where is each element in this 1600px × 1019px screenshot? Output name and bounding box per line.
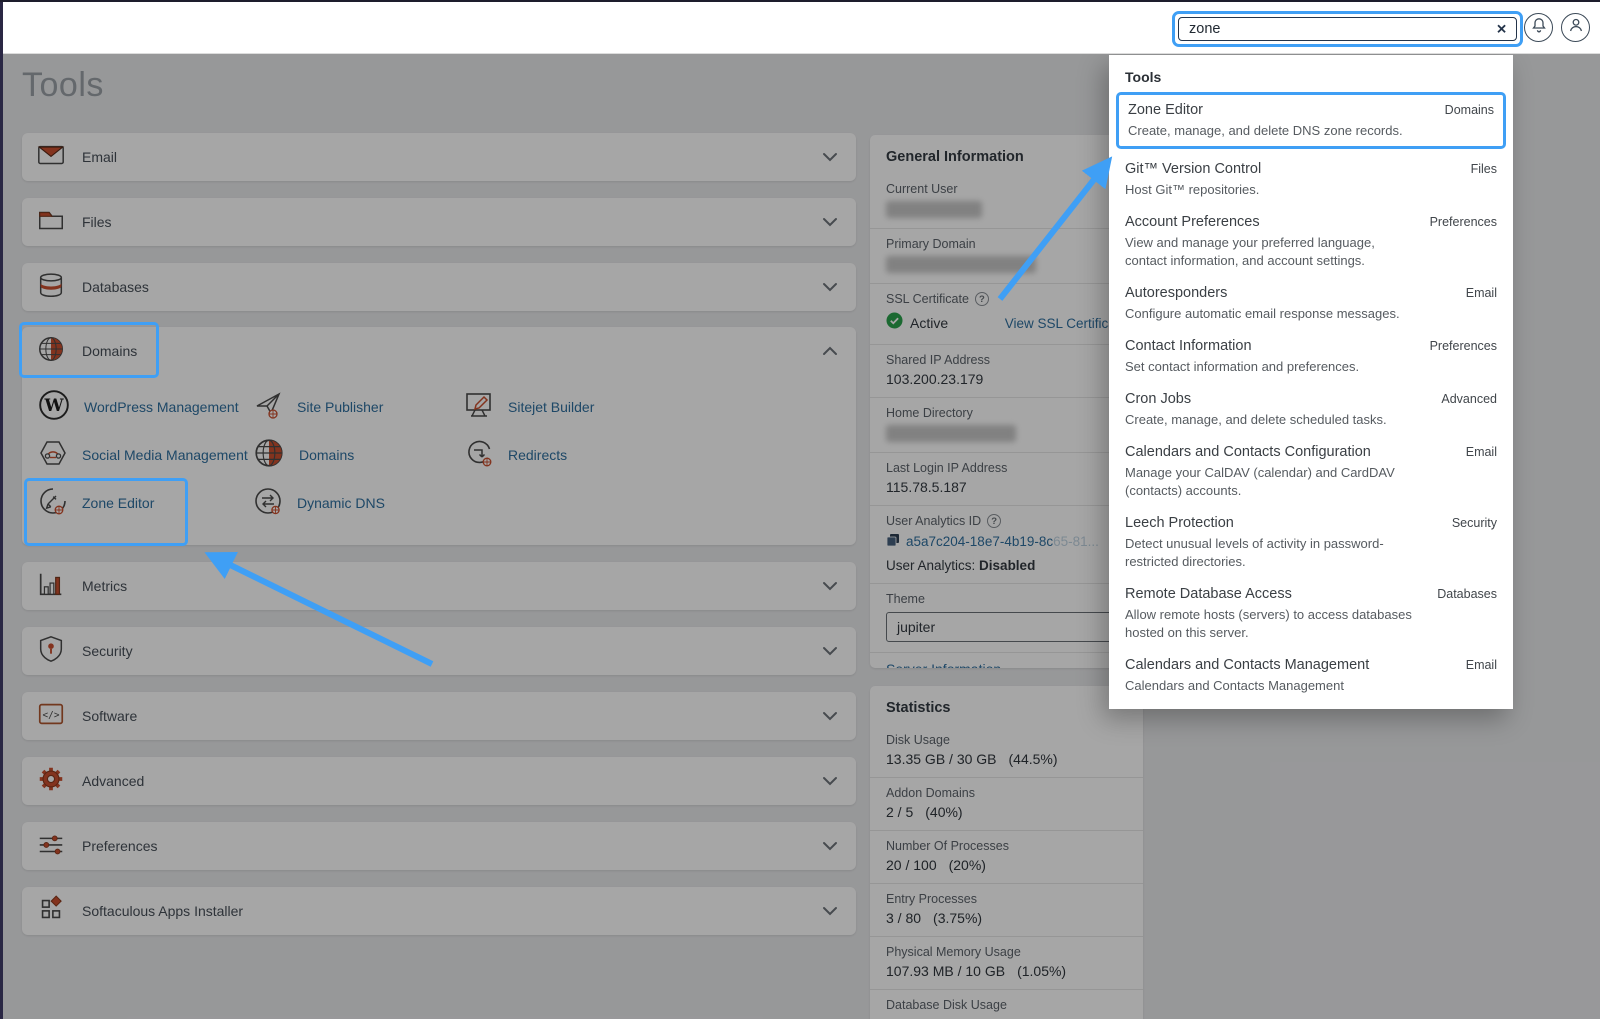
cpanel-tools-page: Tools Email Files Databases Domains W Wo… (0, 0, 1600, 1019)
result-title: Calendars and Contacts Configuration (1125, 444, 1371, 460)
result-title: Zone Editor (1128, 102, 1203, 118)
result-description: Detect unusual levels of activity in pas… (1125, 536, 1384, 569)
result-category: Databases (1437, 587, 1497, 601)
result-description: Manage your CalDAV (calendar) and CardDA… (1125, 465, 1395, 498)
notifications-button[interactable] (1524, 13, 1553, 42)
result-description: Host Git™ repositories. (1125, 182, 1260, 197)
top-header: ✕ (0, 0, 1600, 54)
result-title: Autoresponders (1125, 285, 1228, 301)
result-contact-information[interactable]: Contact Information Preferences Set conta… (1125, 337, 1497, 376)
result-title: Calendars and Contacts Management (1125, 657, 1370, 673)
result-title: Git™ Version Control (1125, 161, 1262, 177)
search-input[interactable] (1179, 18, 1516, 40)
result-title: Contact Information (1125, 338, 1252, 354)
window-top-border (0, 0, 1600, 2)
header-search: ✕ (1172, 11, 1523, 47)
result-category: Email (1465, 658, 1497, 672)
result-title: Remote Database Access (1125, 586, 1292, 602)
result-title: Account Preferences (1125, 214, 1260, 230)
result-description: Create, manage, and delete scheduled tas… (1125, 412, 1387, 427)
result-category: Preferences (1429, 339, 1497, 353)
result-zone-editor[interactable]: Zone Editor Domains Create, manage, and d… (1116, 92, 1506, 149)
result-category: Email (1465, 286, 1497, 300)
window-left-border (0, 2, 3, 1019)
result-category: Domains (1444, 103, 1494, 117)
result-account-preferences[interactable]: Account Preferences Preferences View and … (1125, 213, 1497, 270)
result-description: Create, manage, and delete DNS zone reco… (1128, 123, 1403, 138)
results-group-title: Tools (1125, 69, 1162, 85)
result-title: Cron Jobs (1125, 391, 1192, 407)
result-description: Configure automatic email response messa… (1125, 306, 1400, 321)
result-title: Leech Protection (1125, 515, 1234, 531)
result-category: Files (1470, 162, 1497, 176)
result-cron-jobs[interactable]: Cron Jobs Advanced Create, manage, and de… (1125, 390, 1497, 429)
result-leech-protection[interactable]: Leech Protection Security Detect unusual … (1125, 514, 1497, 571)
result-category: Email (1465, 445, 1497, 459)
result-description: Calendars and Contacts Management (1125, 678, 1344, 693)
result-category: Advanced (1441, 392, 1497, 406)
user-account-button[interactable] (1561, 13, 1590, 42)
result-description: View and manage your preferred language,… (1125, 235, 1375, 268)
bell-icon (1531, 17, 1547, 38)
result-description: Set contact information and preferences. (1125, 359, 1360, 374)
search-results-dropdown: Tools Zone Editor Domains Create, manage,… (1109, 55, 1513, 709)
result-category: Security (1451, 516, 1497, 530)
result-calendars-contacts-management[interactable]: Calendars and Contacts Management Email C… (1125, 656, 1497, 695)
user-icon (1568, 17, 1584, 38)
result-git-version-control[interactable]: Git™ Version Control Files Host Git™ repo… (1125, 160, 1497, 199)
clear-search-icon[interactable]: ✕ (1496, 23, 1507, 36)
result-calendars-contacts-configuration[interactable]: Calendars and Contacts Configuration Emai… (1125, 443, 1497, 500)
result-autoresponders[interactable]: Autoresponders Email Configure automatic … (1125, 284, 1497, 323)
result-remote-database-access[interactable]: Remote Database Access Databases Allow re… (1125, 585, 1497, 642)
result-description: Allow remote hosts (servers) to access d… (1125, 607, 1412, 640)
result-category: Preferences (1429, 215, 1497, 229)
